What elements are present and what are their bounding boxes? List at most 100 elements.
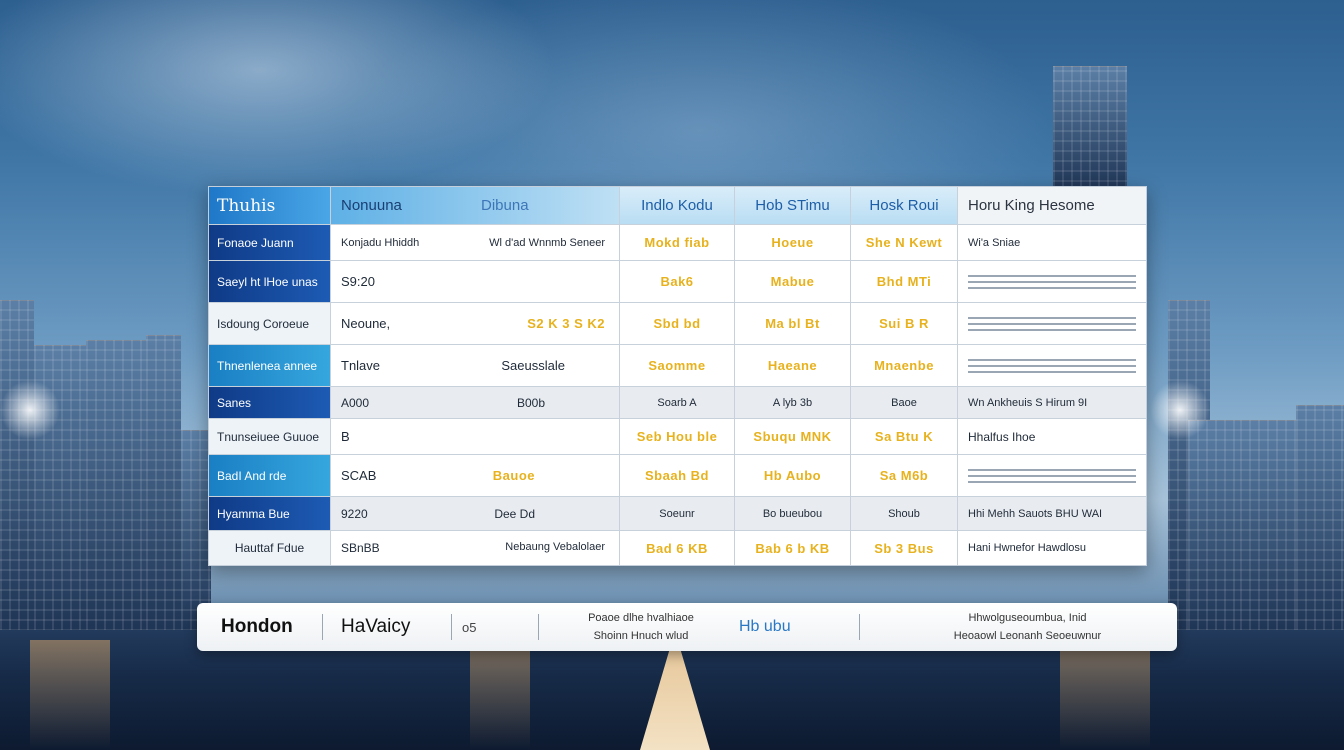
table-cell: Tnlave Saeusslale: [331, 345, 620, 386]
bar-info-line: Heoaowl Leonanh Seoeuwnur: [953, 630, 1102, 642]
table-cell: Sui B R: [851, 303, 958, 344]
table-cell: Neoune, S2 K 3 S K2: [331, 303, 620, 344]
bar-info-line: Poaoe dlhe hvalhiaoe: [588, 612, 694, 624]
bar-title-secondary: HaVaicy: [341, 616, 411, 637]
cell-text: A000: [341, 395, 370, 410]
table-cell: B: [331, 419, 620, 454]
cell-text: SBnBB: [341, 541, 380, 555]
building: [1296, 405, 1344, 631]
row-label: Fonaoe Juann: [209, 225, 331, 260]
bar-info-line: Hhwolguseoumbua, Inid: [968, 612, 1087, 624]
table-row: BadI And rde SCAB Bauoe Sbaah Bd Hb Aubo …: [209, 455, 1146, 497]
light-flare: [0, 380, 60, 440]
building: [1240, 420, 1298, 631]
cell-text: Neoune,: [341, 316, 391, 331]
table-cell: SBnBB Nebaung Vebalolaer: [331, 531, 620, 565]
table-row: Sanes A000 B00b Soarb A A lyb 3b Baoe Wn …: [209, 387, 1146, 419]
bar-title-primary: Hondon: [221, 616, 293, 637]
table-row: Hyamma Bue 9220 Dee Dd Soeunr Bo bueubou …: [209, 497, 1146, 531]
light-reflection: [1060, 640, 1150, 750]
row-label: Thnenlenea annee: [209, 345, 331, 386]
cell-text: Wi'a Sniae: [968, 236, 1021, 249]
table-row: Tnunseiuee Guuoe B Seb Hou ble Sbuqu MNK…: [209, 419, 1146, 455]
table-cell: Bad 6 KB: [620, 531, 735, 565]
table-cell: Seb Hou ble: [620, 419, 735, 454]
table-cell: Baoe: [851, 387, 958, 418]
building: [1053, 66, 1127, 192]
table-cell: Soeunr: [620, 497, 735, 530]
table-cell: Sbd bd: [620, 303, 735, 344]
table-cell: Hhi Mehh Sauots BHU WAI: [968, 507, 1103, 520]
table-cell: Saomme: [620, 345, 735, 386]
row-label: Hauttaf Fdue: [209, 531, 331, 565]
header-cell-label: Dibuna: [481, 197, 529, 214]
table-cell: Sb 3 Bus: [851, 531, 958, 565]
header-cell: Thuhis: [209, 187, 331, 224]
bar-info-line: Shoinn Hnuch wlud: [593, 630, 689, 642]
table-cell: Sa M6b: [851, 455, 958, 496]
cell-text: Saeusslale: [501, 358, 565, 373]
table-cell: Bab 6 b KB: [735, 531, 851, 565]
table-cell: A000 B00b: [331, 387, 620, 418]
header-cell: Nonuuna Dibuna: [331, 187, 620, 224]
header-cell: Hob STimu: [735, 187, 851, 224]
table-cell: Bak6: [620, 261, 735, 302]
table-cell: Mokd fiab: [620, 225, 735, 260]
text-lines: [968, 468, 1146, 483]
text-lines: [968, 316, 1146, 331]
bar-logo: Hb ubu: [739, 618, 791, 635]
header-cell: Horu King Hesome: [958, 187, 1146, 224]
cell-text: Bauoe: [492, 468, 535, 483]
table-cell: Sa Btu K: [851, 419, 958, 454]
table-cell: Hoeue: [735, 225, 851, 260]
row-label: Hyamma Bue: [209, 497, 331, 530]
row-label: Sanes: [209, 387, 331, 418]
light-reflection: [30, 640, 110, 750]
bar-info-block: Poaoe dlhe hvalhiaoe Shoinn Hnuch wlud: [539, 603, 729, 651]
cell-text: S2 K 3 S K2: [527, 316, 605, 331]
table-cell: Soarb A: [620, 387, 735, 418]
table-cell: Bhd MTi: [851, 261, 958, 302]
table-row: Fonaoe Juann Konjadu Hhiddh Wl d'ad Wnnmb…: [209, 225, 1146, 261]
row-label: Tnunseiuee Guuoe: [209, 419, 331, 454]
table-cell: [958, 261, 1146, 302]
table-cell: Mnaenbe: [851, 345, 958, 386]
row-label: Isdoung Coroeue: [209, 303, 331, 344]
table-row: Isdoung Coroeue Neoune, S2 K 3 S K2 Sbd b…: [209, 303, 1146, 345]
data-table: Thuhis Nonuuna Dibuna Indlo Kodu Hob STi…: [208, 186, 1147, 566]
text-lines: [968, 358, 1146, 373]
table-cell: Sbaah Bd: [620, 455, 735, 496]
table-cell: Wi'a Sniae: [958, 225, 1146, 260]
table-cell: S9:20: [331, 261, 620, 302]
cell-text: Nebaung Vebalolaer: [505, 541, 605, 553]
row-label: Saeyl ht lHoe unas: [209, 261, 331, 302]
cell-text: Dee Dd: [494, 506, 535, 521]
cell-text: SCAB: [341, 468, 377, 483]
table-cell: Wn Ankheuis S Hirum 9I: [968, 396, 1088, 409]
table-cell: Ma bl Bt: [735, 303, 851, 344]
table-cell: Hani Hwnefor Hawdlosu: [968, 542, 1086, 554]
table-cell: Sbuqu MNK: [735, 419, 851, 454]
bar-small-text: o5: [462, 619, 477, 635]
building: [1188, 420, 1240, 631]
building: [86, 340, 146, 631]
cell-text: Konjadu Hhiddh: [341, 236, 420, 249]
table-cell: Hb Aubo: [735, 455, 851, 496]
table-header-row: Thuhis Nonuuna Dibuna Indlo Kodu Hob STi…: [209, 187, 1146, 225]
table-row: Saeyl ht lHoe unas S9:20 Bak6 Mabue Bhd …: [209, 261, 1146, 303]
table-cell: Konjadu Hhiddh Wl d'ad Wnnmb Seneer: [331, 225, 620, 260]
light-reflection: [470, 640, 530, 750]
table-cell: [958, 345, 1146, 386]
header-cell: Hosk Roui: [851, 187, 958, 224]
table-cell: Bo bueubou: [735, 497, 851, 530]
table-cell: Shoub: [851, 497, 958, 530]
text-lines: [968, 274, 1146, 289]
cell-text: B00b: [516, 395, 545, 410]
cell-text: 9220: [341, 506, 368, 521]
table-cell: [958, 303, 1146, 344]
row-label: BadI And rde: [209, 455, 331, 496]
table-cell: SCAB Bauoe: [331, 455, 620, 496]
header-cell: Indlo Kodu: [620, 187, 735, 224]
table-row: Thnenlenea annee Tnlave Saeusslale Saomme…: [209, 345, 1146, 387]
table-cell: Hhalfus Ihoe: [968, 429, 1036, 444]
